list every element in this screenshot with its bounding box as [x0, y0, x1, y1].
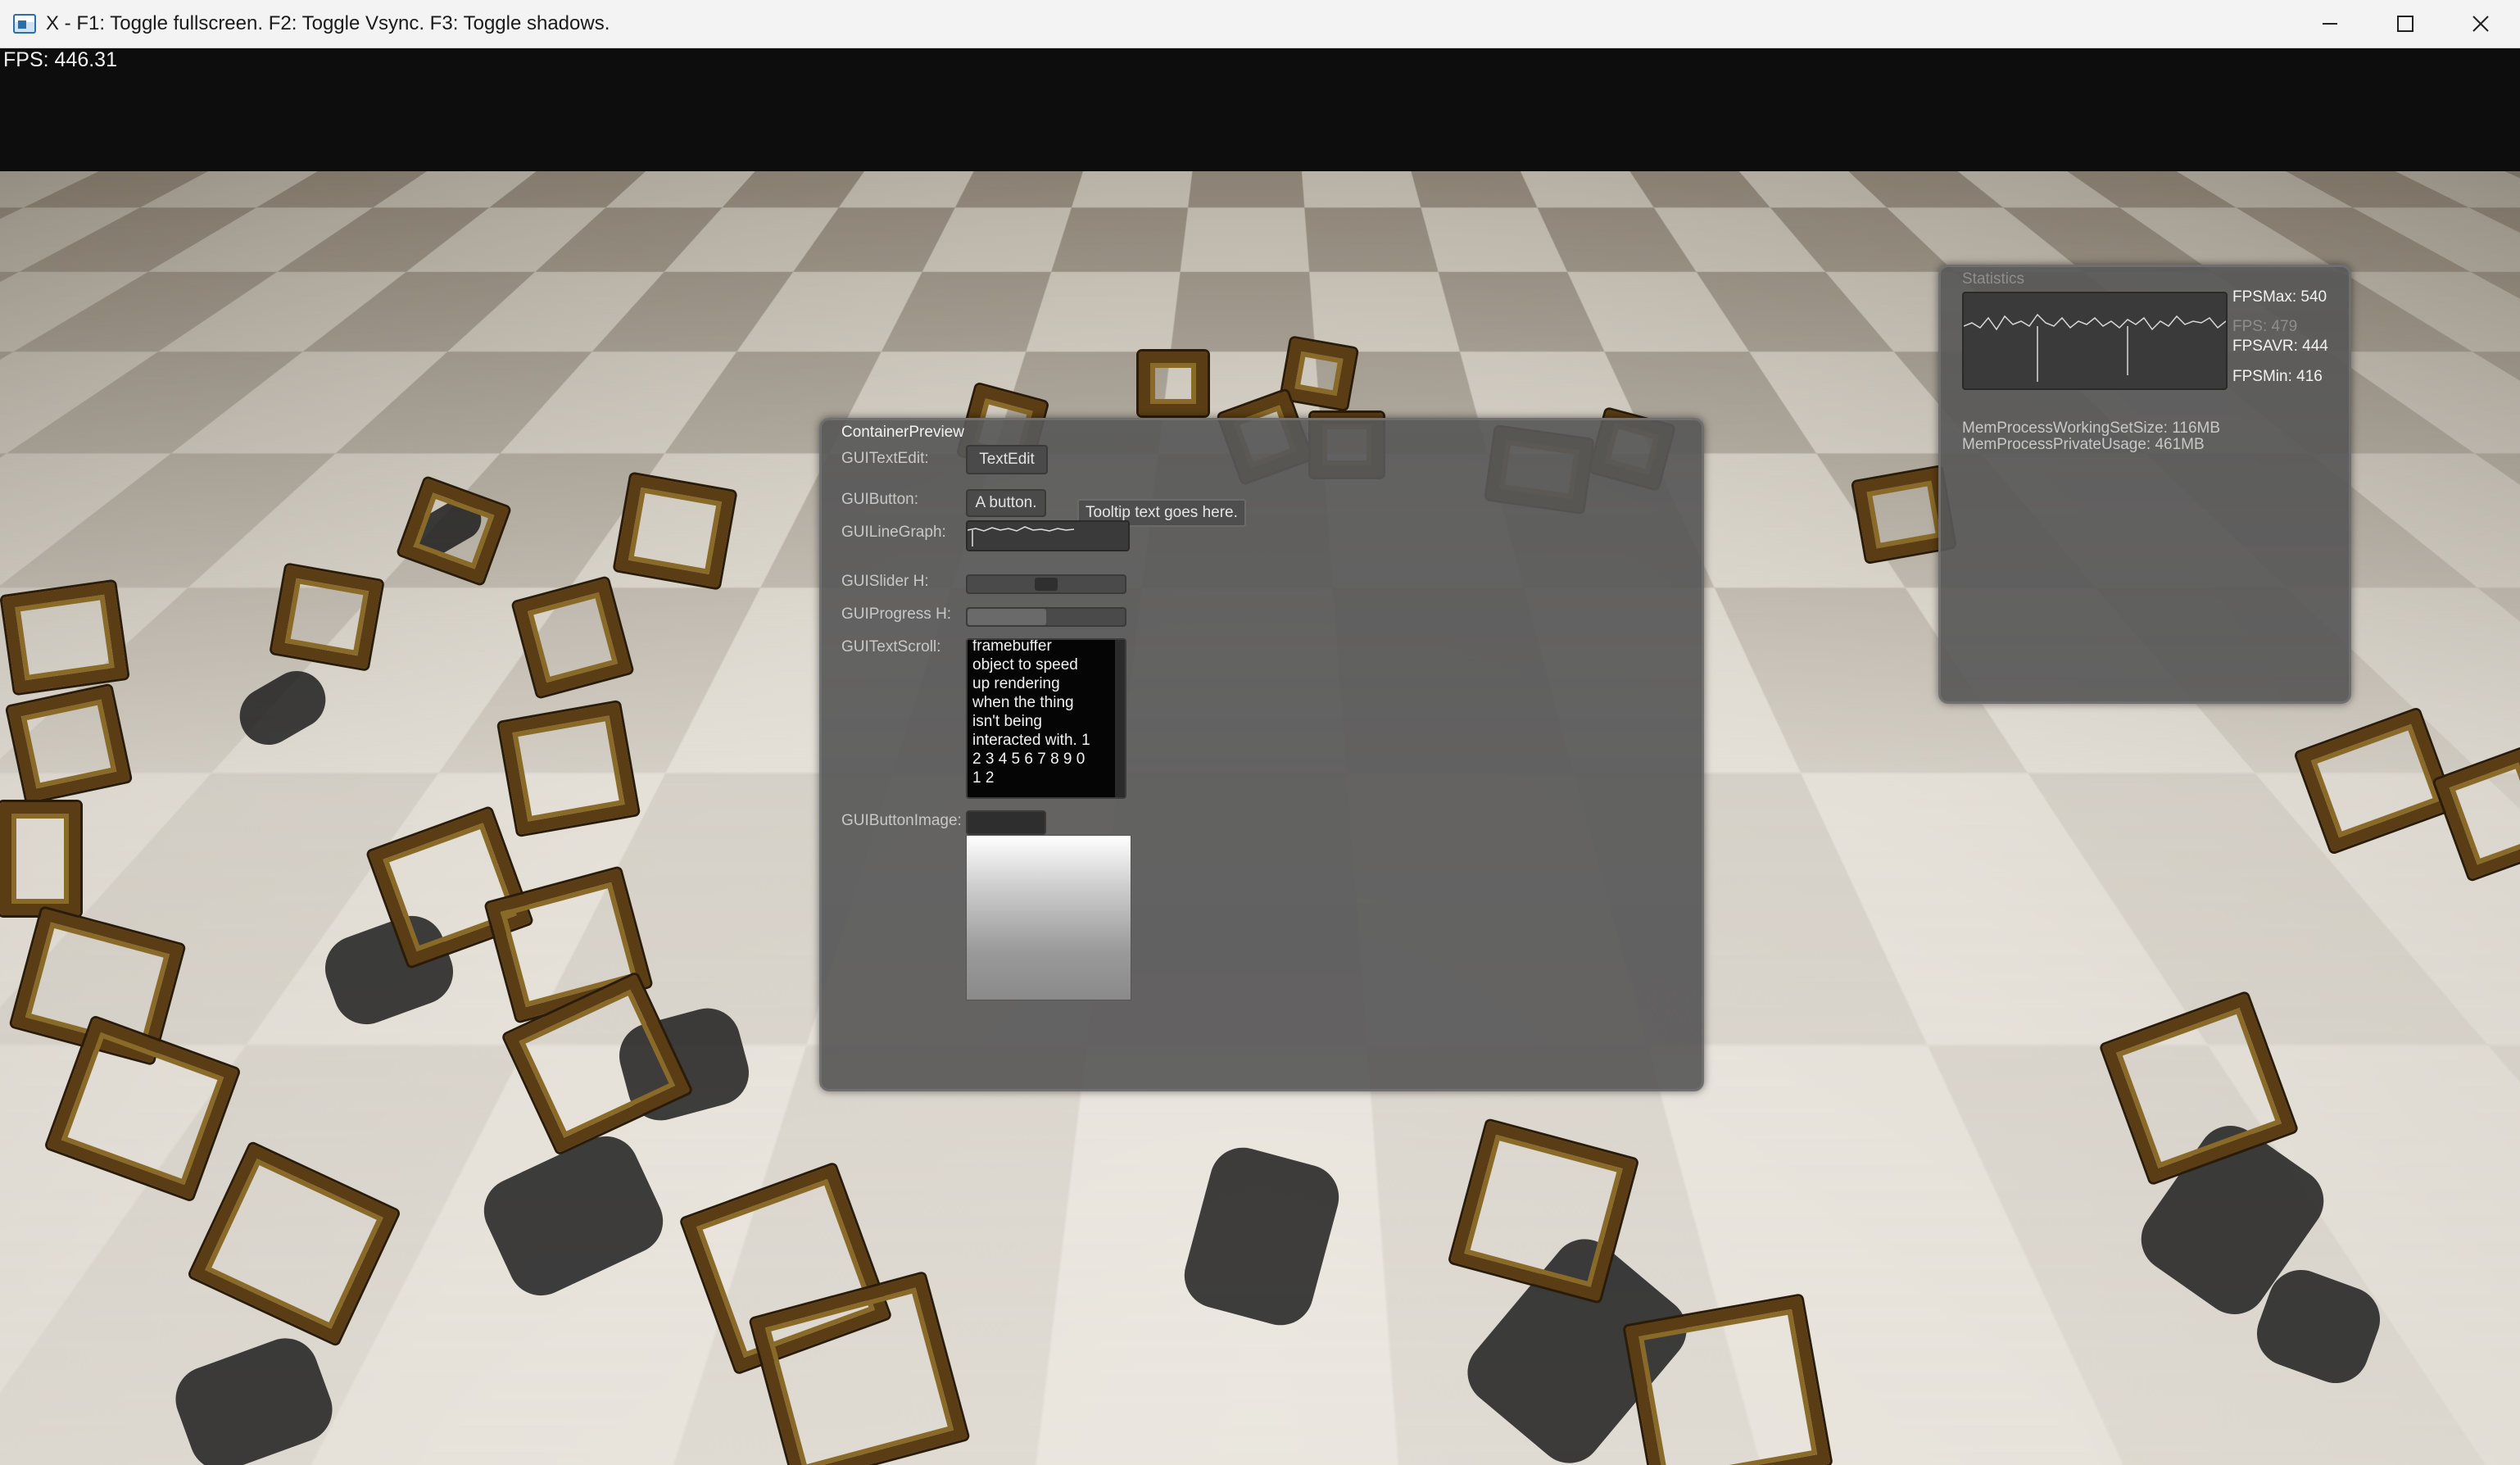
text-scroll-line: interacted with. 1 [972, 731, 1120, 750]
line-graph [966, 520, 1130, 551]
close-icon [2472, 15, 2490, 33]
cube [1625, 1296, 1831, 1465]
fps-max-label: FPSMax: 540 [2232, 288, 2327, 306]
fps-counter: FPS: 446.31 [3, 48, 117, 72]
slider-label: GUISlider H: [841, 573, 929, 591]
window-titlebar: X - F1: Toggle fullscreen. F2: Toggle Vs… [0, 0, 2520, 48]
window-title: X - F1: Toggle fullscreen. F2: Toggle Vs… [46, 12, 610, 35]
fps-current-label: FPS: 479 [2232, 318, 2297, 336]
text-scroll-content: framebuffer object to speed up rendering wh… [972, 638, 1120, 787]
container-preview-panel[interactable]: ContainerPreview GUITextEdit: TextEdit G… [819, 418, 1704, 1091]
image-button[interactable] [966, 810, 1046, 835]
cube [499, 702, 638, 835]
minimize-icon [2321, 15, 2339, 33]
text-scroll-line: up rendering [972, 674, 1120, 693]
button-label: GUIButton: [841, 491, 918, 509]
container-title: ContainerPreview [841, 424, 964, 442]
cube [272, 565, 383, 669]
cube [615, 474, 736, 587]
preview-image [966, 835, 1131, 1000]
text-scroll-line: 1 2 [972, 769, 1120, 787]
line-graph-plot [968, 522, 1128, 550]
statistics-panel[interactable]: Statistics FPSMax: 540 FPS: 479 FPSAVR: … [1938, 265, 2351, 704]
text-edit-field[interactable]: TextEdit [966, 445, 1048, 474]
mem-working-set-label: MemProcessWorkingSetSize: 116MB [1962, 420, 2220, 438]
text-scroll-box[interactable]: framebuffer object to speed up rendering wh… [966, 638, 1126, 799]
horizontal-slider[interactable] [966, 574, 1126, 594]
fps-line-graph [1962, 292, 2228, 390]
text-scroll-scrollbar[interactable] [1115, 640, 1125, 797]
fps-graph-plot [1964, 293, 2226, 388]
maximize-button[interactable] [2368, 0, 2443, 48]
fps-average-label: FPSAVR: 444 [2232, 338, 2328, 356]
linegraph-label: GUILineGraph: [841, 524, 946, 542]
app-window-icon [13, 14, 36, 34]
text-scroll-line: framebuffer [972, 638, 1120, 655]
text-scroll-line: when the thing [972, 693, 1120, 712]
textscroll-label: GUITextScroll: [841, 638, 940, 656]
statistics-title: Statistics [1962, 270, 2024, 288]
text-scroll-line: object to speed [972, 655, 1120, 674]
cube [1281, 338, 1357, 410]
cube [1139, 352, 1208, 415]
buttonimage-label: GUIButtonImage: [841, 812, 962, 830]
background-sky [0, 48, 2520, 171]
textedit-label: GUITextEdit: [841, 450, 929, 468]
fps-min-label: FPSMin: 416 [2232, 368, 2323, 386]
cube [2, 582, 127, 693]
slider-knob[interactable] [1035, 578, 1058, 591]
horizontal-progress-bar [966, 607, 1126, 627]
text-scroll-line: 2 3 4 5 6 7 8 9 0 [972, 750, 1120, 769]
minimize-button[interactable] [2292, 0, 2368, 48]
maximize-icon [2396, 15, 2414, 33]
progress-label: GUIProgress H: [841, 606, 951, 624]
progress-fill [968, 609, 1046, 625]
close-button[interactable] [2443, 0, 2518, 48]
mem-private-usage-label: MemProcessPrivateUsage: 461MB [1962, 436, 2205, 454]
a-button[interactable]: A button. [966, 489, 1046, 517]
text-scroll-line: isn't being [972, 712, 1120, 731]
cube [0, 802, 80, 915]
